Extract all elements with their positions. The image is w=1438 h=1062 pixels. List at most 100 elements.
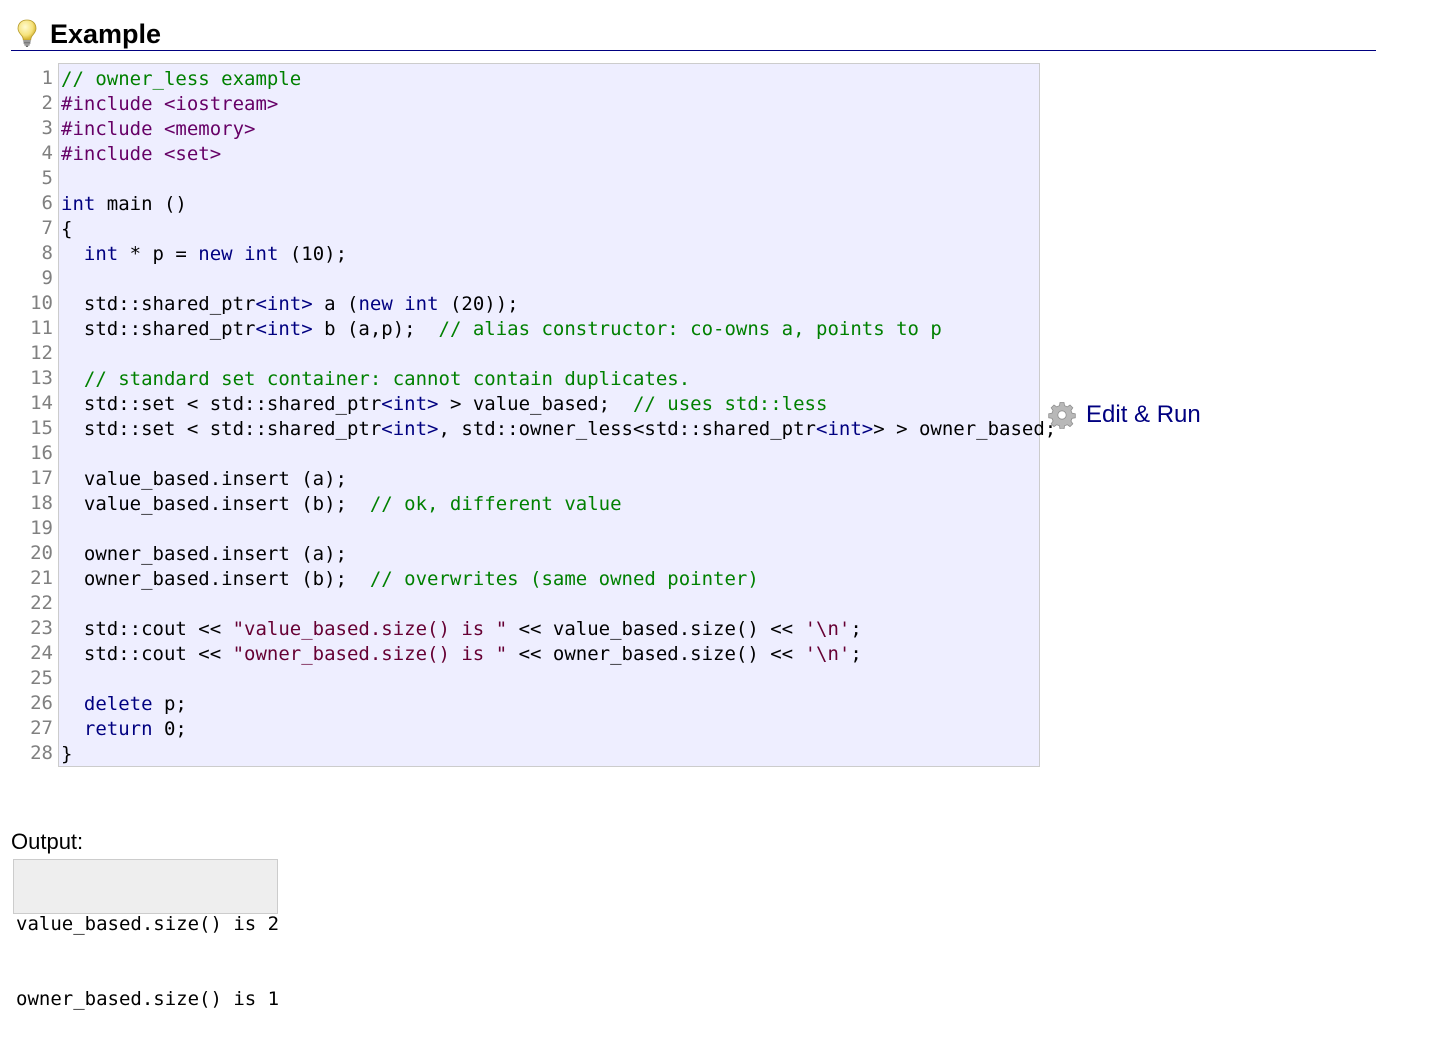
line-number: 3	[41, 117, 53, 139]
line-number: 24	[30, 642, 53, 664]
code-line: #include <iostream>	[61, 92, 1056, 117]
line-number: 26	[30, 692, 53, 714]
line-number: 6	[41, 192, 53, 214]
code-token: > > owner_based;	[873, 418, 1057, 440]
line-number-gutter: 1 2 3 4 5 6 7 8 9 10 11 12 13 14 15 16 17 18 19 20 21 22 23 24 2…	[20, 66, 53, 766]
code-token: value_based.insert (a);	[61, 468, 347, 490]
code-token: owner_based.insert (a);	[61, 543, 347, 565]
code-token: #include <memory>	[61, 118, 256, 140]
code-token: , std::owner_less<std::shared_ptr	[438, 418, 817, 440]
code-token: * p =	[118, 243, 199, 265]
line-number: 14	[30, 392, 53, 414]
code-line: #include <memory>	[61, 117, 1056, 142]
code-line: value_based.insert (b); // ok, different…	[61, 492, 1056, 517]
code-token: // uses std::less	[632, 393, 828, 415]
code-token: std::set < std::shared_ptr	[61, 393, 382, 415]
code-token: // alias constructor: co-owns a, points …	[438, 318, 942, 340]
code-token: << owner_based.size() <<	[507, 643, 805, 665]
code-token: std::cout <<	[61, 618, 233, 640]
code-line: {	[61, 217, 1056, 242]
code-token: // ok, different value	[369, 493, 622, 515]
code-line: std::set < std::shared_ptr<int>, std::ow…	[61, 417, 1056, 442]
edit-and-run-button[interactable]: Edit & Run	[1048, 400, 1201, 430]
code-line: return 0;	[61, 717, 1056, 742]
line-number: 25	[30, 667, 53, 689]
output-text: value_based.size() is 2 owner_based.size…	[16, 862, 279, 1062]
line-number: 4	[41, 142, 53, 164]
line-number: 1	[41, 67, 53, 89]
code-line: // standard set container: cannot contai…	[61, 367, 1056, 392]
code-token: a (	[312, 293, 359, 315]
code-token: std::shared_ptr	[61, 293, 256, 315]
gear-icon	[1048, 402, 1076, 429]
code-line: std::cout << "value_based.size() is " <<…	[61, 617, 1056, 642]
code-line: owner_based.insert (a);	[61, 542, 1056, 567]
output-line: value_based.size() is 2	[16, 913, 280, 935]
code-token: {	[61, 218, 73, 240]
code-token: <int>	[816, 418, 874, 440]
line-number: 11	[30, 317, 53, 339]
code-token: std::shared_ptr	[61, 318, 256, 340]
line-number: 16	[30, 442, 53, 464]
code-line: int main ()	[61, 192, 1056, 217]
code-token: ;	[850, 643, 862, 665]
line-number: 18	[30, 492, 53, 514]
line-number: 23	[30, 617, 53, 639]
output-line: owner_based.size() is 1	[16, 988, 280, 1010]
code-token: int	[61, 193, 96, 215]
code-line: int * p = new int (10);	[61, 242, 1056, 267]
line-number: 7	[41, 217, 53, 239]
line-number: 12	[30, 342, 53, 364]
code-token: int	[83, 243, 119, 265]
output-label: Output:	[11, 829, 84, 854]
line-number: 22	[30, 592, 53, 614]
code-token: <int>	[381, 418, 439, 440]
code-token: // standard set container: cannot contai…	[83, 368, 691, 390]
line-number: 21	[30, 567, 53, 589]
code-line: std::shared_ptr<int> b (a,p); // alias c…	[61, 317, 1056, 342]
code-token: > value_based;	[438, 393, 633, 415]
code-token: return	[83, 718, 153, 740]
code-line: #include <set>	[61, 142, 1056, 167]
code-line: value_based.insert (a);	[61, 467, 1056, 492]
code-token: new	[358, 293, 393, 315]
code-token: new	[198, 243, 233, 265]
code-token: value_based.insert (b);	[61, 493, 370, 515]
code-token: (20));	[438, 293, 519, 315]
line-number: 2	[41, 92, 53, 114]
code-line: owner_based.insert (b); // overwrites (s…	[61, 567, 1056, 592]
code-token: ;	[850, 618, 862, 640]
line-number: 17	[30, 467, 53, 489]
code-token: }	[61, 743, 73, 765]
code-token: << value_based.size() <<	[507, 618, 805, 640]
code-token: int	[404, 293, 439, 315]
line-number: 13	[30, 367, 53, 389]
code-line: }	[61, 742, 1056, 767]
code-line: std::set < std::shared_ptr<int> > value_…	[61, 392, 1056, 417]
code-token: #include <iostream>	[61, 93, 279, 115]
code-token: main ()	[95, 193, 187, 215]
code-line: delete p;	[61, 692, 1056, 717]
code-token: '\n'	[804, 643, 851, 665]
code-token: #include <set>	[61, 143, 222, 165]
line-number: 28	[30, 742, 53, 764]
line-number: 10	[30, 292, 53, 314]
line-number: 9	[41, 267, 53, 289]
code-token: std::set < std::shared_ptr	[61, 418, 382, 440]
code-text: // owner_less example #include <iostream>…	[61, 67, 1056, 767]
code-line: // owner_less example	[61, 67, 1056, 92]
code-token: '\n'	[804, 618, 851, 640]
output-block: value_based.size() is 2 owner_based.size…	[13, 859, 279, 1010]
code-token: b (a,p);	[312, 318, 439, 340]
line-number: 8	[41, 242, 53, 264]
code-token: int	[244, 243, 279, 265]
